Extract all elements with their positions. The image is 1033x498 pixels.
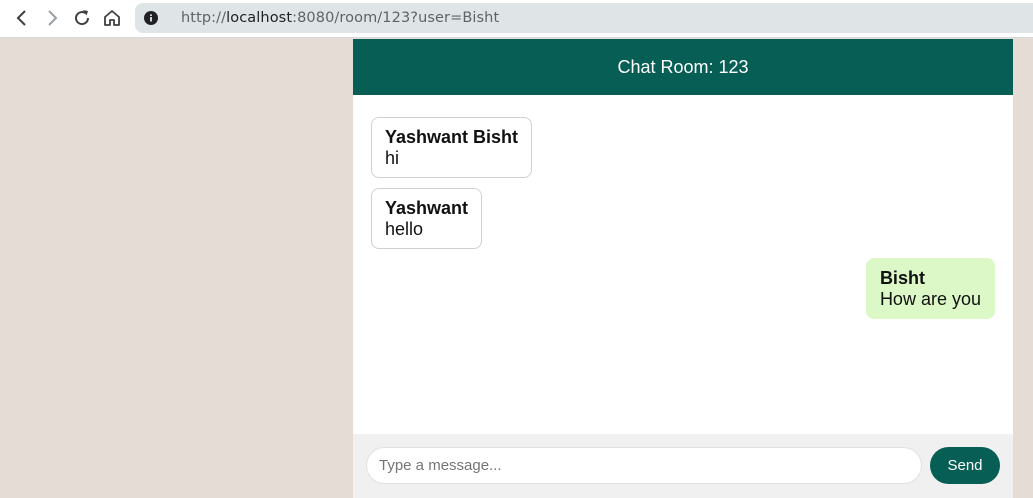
message-sender: Yashwant Bisht xyxy=(385,127,519,147)
message-list: Yashwant Bisht hi Yashwant hello Bisht H… xyxy=(353,95,1013,434)
url-path: :8080/room/123?user=Bisht xyxy=(292,10,500,26)
message-input-bar: Send xyxy=(353,434,1013,498)
url-host: localhost xyxy=(226,10,293,26)
address-bar[interactable]: http://localhost:8080/room/123?user=Bish… xyxy=(135,3,1033,33)
message-bubble-sent: Bisht How are you xyxy=(865,258,995,319)
forward-icon[interactable] xyxy=(38,4,66,32)
url-scheme: http:// xyxy=(181,10,227,26)
page-background-left xyxy=(0,39,353,498)
message-sender: Yashwant xyxy=(385,198,469,218)
message-input[interactable] xyxy=(366,447,922,484)
message-bubble: Yashwant Bisht hi xyxy=(371,117,533,178)
message-text: How are you xyxy=(879,289,981,309)
message-text: hello xyxy=(385,219,424,239)
url-text[interactable]: http://localhost:8080/room/123?user=Bish… xyxy=(181,10,499,26)
info-icon[interactable] xyxy=(144,11,158,25)
browser-toolbar: http://localhost:8080/room/123?user=Bish… xyxy=(0,0,1033,38)
message-text: hi xyxy=(385,148,400,168)
chat-header: Chat Room: 123 xyxy=(353,39,1013,95)
chat-room-title: Chat Room: 123 xyxy=(617,56,749,77)
chat-container: Chat Room: 123 Yashwant Bisht hi Yashwan… xyxy=(353,39,1013,498)
reload-icon[interactable] xyxy=(68,4,96,32)
page-background-right xyxy=(1013,39,1033,498)
message-sender: Bisht xyxy=(879,268,925,288)
home-icon[interactable] xyxy=(98,4,126,32)
message-bubble: Yashwant hello xyxy=(371,188,483,249)
back-icon[interactable] xyxy=(8,4,36,32)
send-button[interactable]: Send xyxy=(930,447,1000,484)
